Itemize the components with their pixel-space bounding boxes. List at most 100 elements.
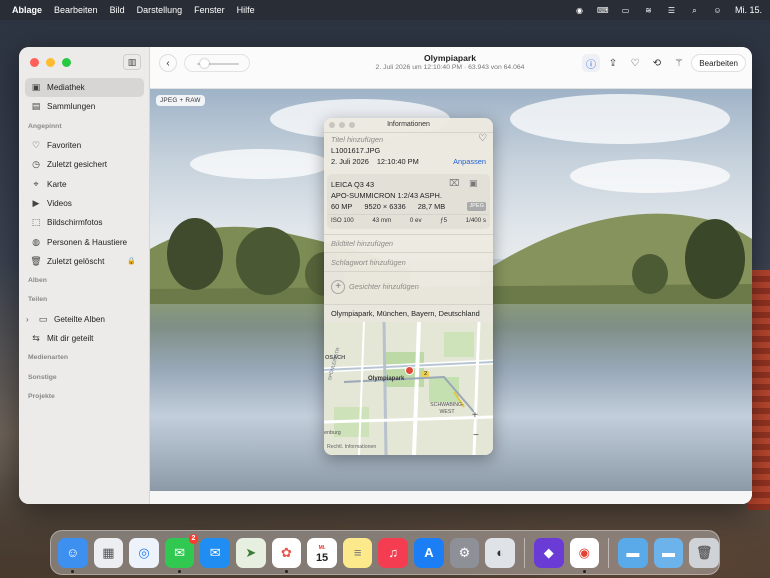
- map-zoom-out-icon[interactable]: −: [473, 430, 479, 441]
- sidebar-item-mediathek[interactable]: ▣ Mediathek: [25, 78, 144, 98]
- rotate-icon[interactable]: ⟲: [648, 54, 666, 72]
- sidebar-item-label: Mit dir geteilt: [47, 334, 94, 343]
- keyboard-icon[interactable]: ⌨: [597, 6, 609, 15]
- person-icon: ◍: [32, 236, 40, 247]
- add-faces-label: Gesichter hinzufügen: [349, 281, 419, 291]
- keyword-field[interactable]: Schlagwort hinzufügen: [331, 258, 486, 267]
- menu-bar: Ablage Bearbeiten Bild Darstellung Fenster Hi…: [0, 0, 770, 20]
- photos-icon[interactable]: ✿: [271, 537, 302, 573]
- sidebar-toggle-icon[interactable]: ▥: [123, 54, 141, 70]
- battery-icon[interactable]: ▭: [620, 6, 631, 15]
- notes-icon[interactable]: ≡: [342, 537, 373, 568]
- info-panel: Informationen Titel hinzufügen ♡ L100161…: [324, 118, 493, 455]
- back-button[interactable]: ‹: [159, 54, 177, 72]
- remote-app-icon[interactable]: ◐: [485, 537, 515, 568]
- launchpad-icon[interactable]: ▦: [93, 537, 124, 568]
- chrome-icon[interactable]: ◉: [569, 537, 600, 573]
- lock-icon: 🔒: [127, 258, 136, 266]
- screenshot-icon: ⬚: [31, 217, 41, 228]
- caption-field[interactable]: Bildtitel hinzufügen: [331, 239, 486, 248]
- map-zoom-in-icon[interactable]: +: [472, 410, 478, 421]
- zoom-slider-knob[interactable]: [200, 59, 209, 68]
- sidebar-item-label: Zuletzt gesichert: [47, 160, 108, 170]
- zoom-slider[interactable]: [184, 54, 250, 72]
- sidebar-item-label: Karte: [47, 179, 67, 189]
- favorite-heart-icon[interactable]: ♡: [626, 54, 644, 72]
- panel-heart-icon[interactable]: ♡: [478, 133, 487, 144]
- calendar-icon[interactable]: MI. 15: [307, 537, 337, 568]
- app-store-icon[interactable]: A: [414, 537, 444, 568]
- trash-icon[interactable]: 🗑: [689, 537, 719, 568]
- sidebar-section-projects[interactable]: Projekte: [25, 387, 144, 406]
- search-icon[interactable]: ⌕: [689, 6, 700, 15]
- trash-icon: 🗑: [30, 255, 42, 266]
- filesize: 28,7 MB: [417, 202, 446, 211]
- auto-enhance-icon[interactable]: ⚚: [670, 54, 688, 72]
- sidebar-item-sammlungen[interactable]: ▤ Sammlungen: [25, 97, 144, 116]
- sidebar-item-favoriten[interactable]: ♡ Favoriten: [25, 136, 144, 155]
- sidebar-item-karte[interactable]: ⌖ Karte: [25, 174, 144, 193]
- sidebar-section-media-types[interactable]: Medienarten: [25, 348, 144, 367]
- finder-icon[interactable]: ☺: [58, 537, 88, 573]
- exif-shutter: 1/400 s: [465, 217, 486, 224]
- sidebar-section-shared[interactable]: Teilen: [25, 290, 144, 309]
- music-icon[interactable]: ♫: [378, 537, 409, 568]
- user-icon[interactable]: ☺: [712, 6, 723, 15]
- sidebar-section-other[interactable]: Sonstige: [25, 367, 144, 386]
- map-legal-link[interactable]: Rechtl. Informationen: [327, 444, 376, 450]
- dock-separator: [523, 537, 525, 568]
- zoom-button[interactable]: [62, 58, 71, 67]
- downloads-folder-icon[interactable]: ▬: [653, 537, 684, 568]
- sidebar-item-personen-haustiere[interactable]: ◍ Personen & Haustiere: [25, 232, 144, 251]
- close-button[interactable]: [30, 58, 39, 67]
- add-faces-button[interactable]: + Gesichter hinzufügen: [331, 280, 486, 294]
- chevron-right-icon[interactable]: ›: [26, 315, 32, 324]
- calendar-month: MI.: [318, 544, 326, 551]
- menu-item-ablage[interactable]: Ablage: [6, 5, 48, 15]
- messages-icon[interactable]: ✉ 2: [164, 533, 199, 573]
- edit-button[interactable]: Bearbeiten: [691, 54, 746, 72]
- exif-iso: ISO 100: [331, 217, 354, 224]
- share-icon[interactable]: ⇪: [604, 54, 622, 72]
- minimize-button[interactable]: [46, 58, 55, 67]
- system-settings-icon[interactable]: ⚙: [449, 537, 480, 568]
- sidebar-item-videos[interactable]: ▶ Videos: [25, 194, 144, 213]
- mail-icon[interactable]: ✉: [200, 537, 231, 568]
- menu-item-darstellung[interactable]: Darstellung: [131, 5, 189, 15]
- menu-item-bearbeiten[interactable]: Bearbeiten: [48, 5, 104, 15]
- safari-icon[interactable]: ◎: [129, 537, 159, 568]
- location-map[interactable]: Olympiapark 2 OSACH SCHWABING-WEST enbur…: [324, 322, 493, 455]
- map-district-label-3: enburg: [324, 430, 341, 436]
- wifi-icon[interactable]: ≋: [643, 6, 654, 15]
- sidebar-section-albums[interactable]: Alben: [25, 271, 144, 290]
- photo-title: Olympiapark: [423, 53, 477, 63]
- adjust-date-link[interactable]: Anpassen: [453, 157, 486, 166]
- exif-ev: 0 ev: [409, 217, 422, 224]
- sidebar-item-mit-dir-geteilt[interactable]: ⇆ Mit dir geteilt: [25, 329, 144, 348]
- map-icon: ⌖: [33, 178, 39, 189]
- sidebar-section-pinned[interactable]: Angepinnt: [25, 117, 144, 136]
- format-tag: JPEG: [467, 202, 486, 211]
- screen-record-icon[interactable]: ◉: [574, 6, 585, 15]
- map-pin-icon[interactable]: [405, 366, 414, 375]
- menu-item-hilfe[interactable]: Hilfe: [231, 5, 261, 15]
- dock-separator-2: [608, 537, 610, 568]
- raw-icon: ▣: [469, 178, 478, 188]
- map-poi-label: Olympiapark: [368, 376, 405, 382]
- menu-item-bild[interactable]: Bild: [104, 5, 131, 15]
- sidebar-item-bildschirmfotos[interactable]: ⬚ Bildschirmfotos: [25, 213, 144, 232]
- info-icon[interactable]: ⓘ: [582, 54, 600, 72]
- sidebar-item-geteilte-alben[interactable]: › ▭ Geteilte Alben: [25, 310, 144, 329]
- sidebar-item-zuletzt-gesichert[interactable]: ◷ Zuletzt gesichert: [25, 155, 144, 174]
- map-district-label-2: SCHWABING-WEST: [430, 402, 464, 415]
- maps-icon[interactable]: ➤: [236, 537, 266, 568]
- menu-clock[interactable]: Mi. 15.: [735, 5, 762, 15]
- camera-model: LEICA Q3 43: [331, 180, 375, 189]
- menu-item-fenster[interactable]: Fenster: [188, 5, 231, 15]
- control-center-icon[interactable]: ☰: [666, 6, 677, 15]
- folder-icon[interactable]: ▬: [618, 537, 648, 568]
- megapixels: 60 MP: [331, 202, 353, 211]
- sidebar-item-zuletzt-gelöscht[interactable]: 🗑 Zuletzt gelöscht 🔒: [25, 252, 144, 271]
- shortcuts-icon[interactable]: ◆: [533, 537, 564, 568]
- title-field[interactable]: Titel hinzufügen: [331, 135, 486, 144]
